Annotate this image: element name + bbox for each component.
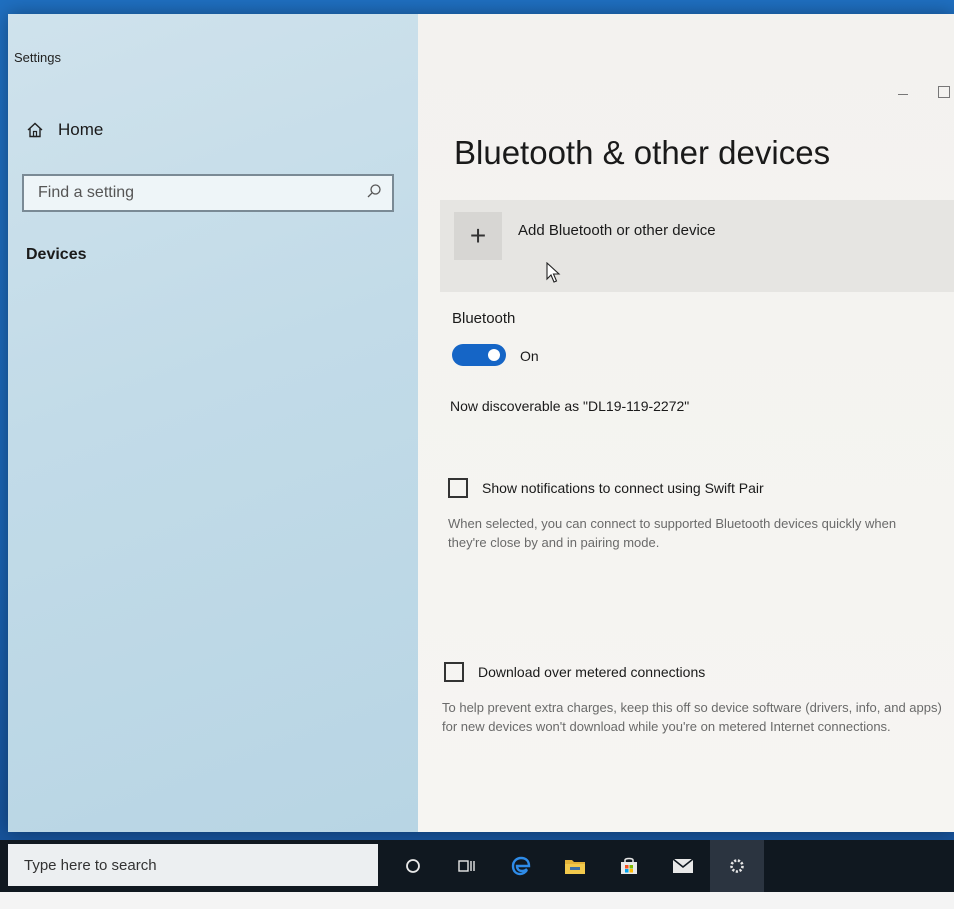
taskbar-icons bbox=[386, 840, 764, 892]
sidebar-home-label: Home bbox=[58, 120, 104, 139]
mouse-pointer-icon bbox=[546, 261, 562, 289]
plus-icon: + bbox=[454, 212, 502, 260]
sidebar-home-link[interactable]: Home bbox=[26, 120, 103, 140]
taskbar bbox=[0, 840, 954, 892]
taskbar-search-box[interactable] bbox=[8, 844, 378, 886]
swift-pair-checkbox-row[interactable]: Show notifications to connect using Swif… bbox=[448, 478, 764, 498]
toggle-knob bbox=[488, 349, 500, 361]
window-title: Settings bbox=[14, 50, 61, 65]
find-setting-search-box[interactable] bbox=[22, 174, 394, 212]
discoverable-status: Now discoverable as "DL19-119-2272" bbox=[450, 398, 690, 414]
minimize-button[interactable] bbox=[898, 94, 908, 95]
taskbar-search-input[interactable] bbox=[22, 855, 356, 875]
add-device-label: Add Bluetooth or other device bbox=[518, 222, 716, 239]
swift-pair-checkbox[interactable] bbox=[448, 478, 468, 498]
metered-checkbox-row[interactable]: Download over metered connections bbox=[444, 662, 705, 682]
settings-icon[interactable] bbox=[710, 840, 764, 892]
swift-pair-description: When selected, you can connect to suppor… bbox=[448, 516, 897, 550]
photo-bottom-edge bbox=[0, 892, 954, 909]
metered-checkbox[interactable] bbox=[444, 662, 464, 682]
bluetooth-toggle-state: On bbox=[520, 348, 539, 364]
settings-sidebar: Settings Home Find a setting Devices bbox=[8, 14, 418, 832]
metered-description: To help prevent extra charges, keep this… bbox=[442, 700, 942, 734]
search-icon[interactable] bbox=[366, 183, 382, 204]
settings-window: Settings Home Find a setting Devices Blu… bbox=[8, 14, 954, 832]
file-explorer-icon[interactable] bbox=[548, 840, 602, 892]
desktop: Settings Home Find a setting Devices Blu… bbox=[0, 0, 954, 909]
maximize-button[interactable] bbox=[938, 86, 950, 98]
sidebar-section-devices: Devices bbox=[26, 246, 87, 263]
task-view-icon[interactable] bbox=[440, 840, 494, 892]
swift-pair-label: Show notifications to connect using Swif… bbox=[482, 480, 764, 496]
edge-icon[interactable] bbox=[494, 840, 548, 892]
home-icon bbox=[26, 121, 44, 139]
store-icon[interactable] bbox=[602, 840, 656, 892]
settings-content: Bluetooth & other devices + Add Bluetoot… bbox=[418, 14, 954, 832]
mail-icon[interactable] bbox=[656, 840, 710, 892]
window-controls bbox=[898, 86, 950, 98]
bluetooth-toggle[interactable] bbox=[452, 344, 506, 366]
cortana-icon[interactable] bbox=[386, 840, 440, 892]
add-device-button[interactable]: + Add Bluetooth or other device bbox=[440, 200, 954, 292]
metered-label: Download over metered connections bbox=[478, 664, 706, 680]
page-title: Bluetooth & other devices bbox=[454, 134, 831, 171]
find-setting-input[interactable] bbox=[36, 183, 340, 203]
bluetooth-label: Bluetooth bbox=[452, 310, 516, 327]
